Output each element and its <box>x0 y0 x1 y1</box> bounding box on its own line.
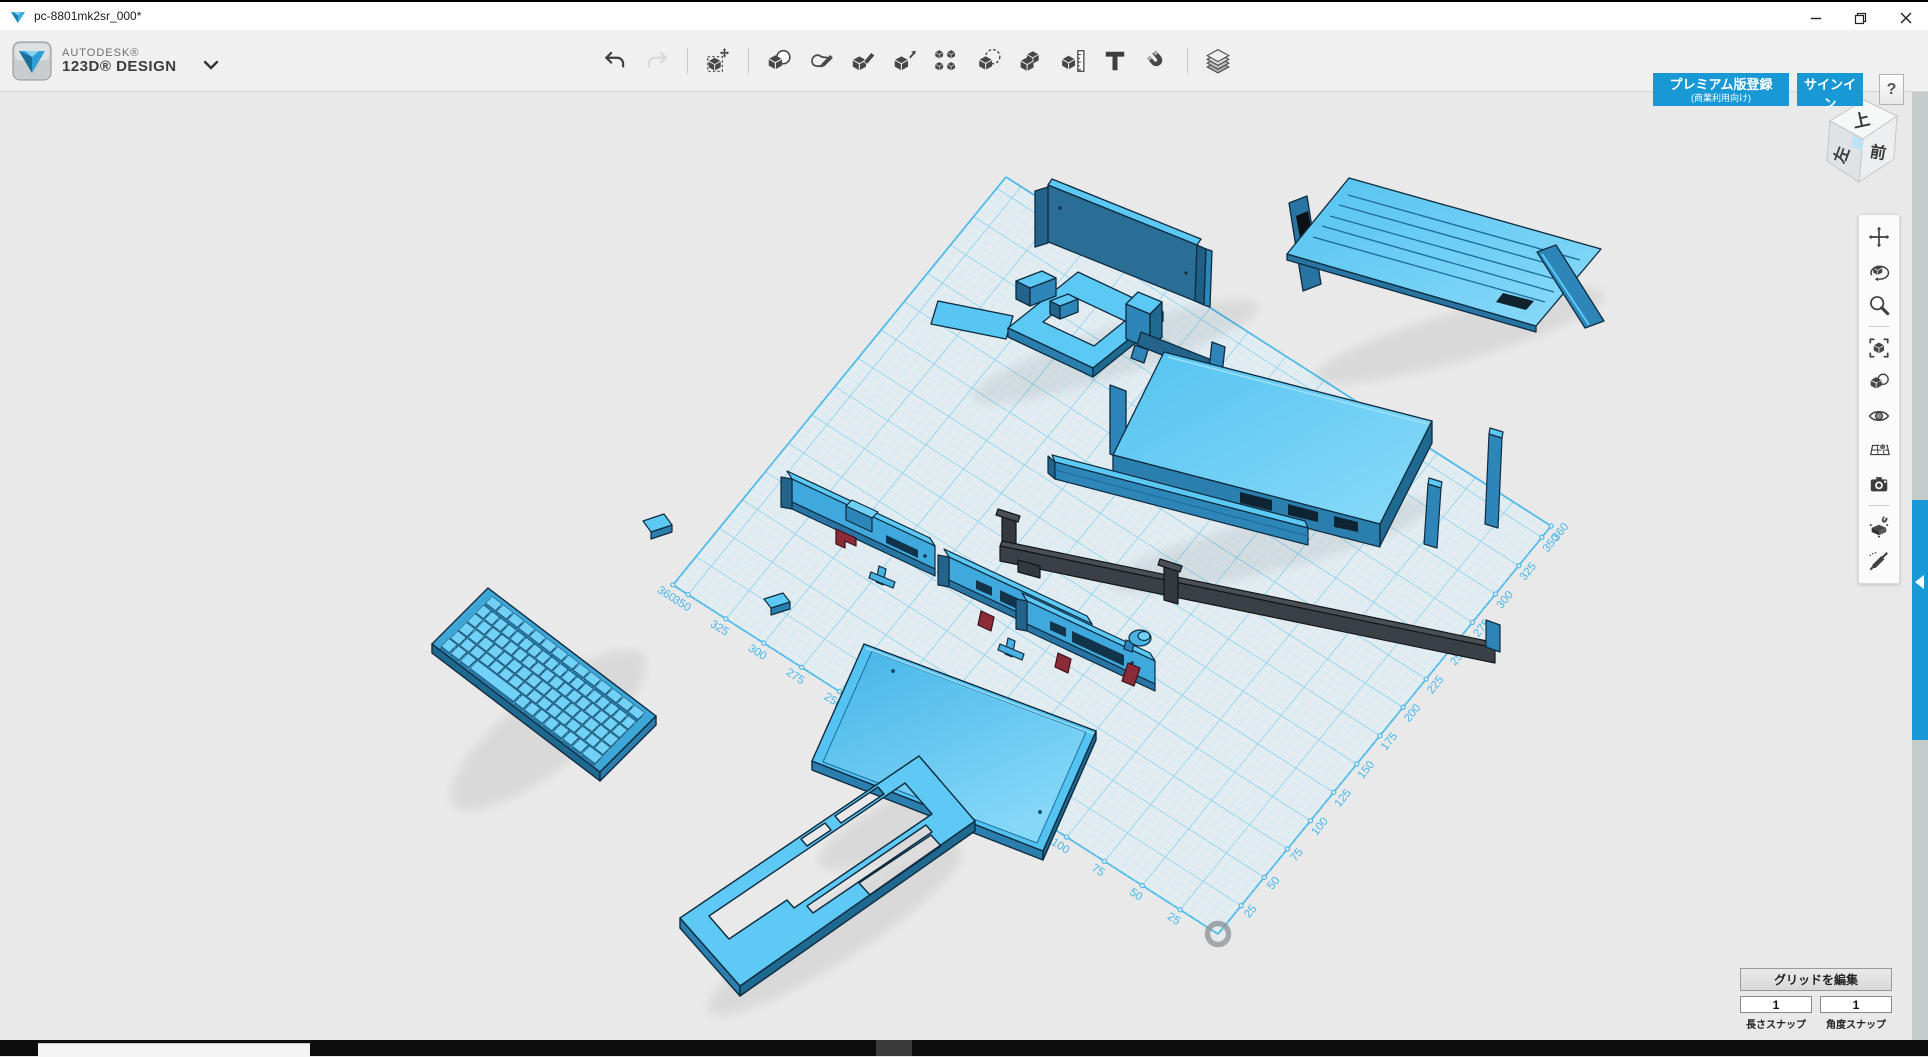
help-button[interactable]: ? <box>1879 74 1904 105</box>
taskbar-item-secondary[interactable] <box>876 1040 912 1056</box>
edit-grid-button[interactable]: グリッドを編集 <box>1740 968 1892 991</box>
display-style-icon <box>1868 371 1890 393</box>
snap-box-icon <box>1868 516 1890 538</box>
zoom-icon <box>1868 294 1890 316</box>
redo-icon <box>644 48 670 74</box>
sketch-icon <box>808 48 834 74</box>
pan-icon <box>1868 226 1890 248</box>
app-window-icon <box>10 9 26 30</box>
brand-line1: AUTODESK® <box>62 47 177 59</box>
main-toolbar: AUTODESK® 123D® DESIGN プレミアム版登録 (商業利用向け)… <box>0 30 1928 92</box>
part-small-plate-a[interactable] <box>643 514 672 539</box>
window-title: pc-8801mk2sr_000* <box>34 9 141 23</box>
panel-expand-arrow-icon[interactable] <box>1915 575 1924 589</box>
nav-zoom-button[interactable] <box>1864 290 1894 320</box>
screenshot-icon <box>1868 473 1890 495</box>
toolbar-separator <box>748 48 749 74</box>
tool-modify-button[interactable] <box>887 41 923 81</box>
taskbar-item[interactable] <box>38 1043 310 1057</box>
modify-icon <box>892 48 918 74</box>
tool-construct-button[interactable] <box>845 41 881 81</box>
tool-primitives-button[interactable] <box>761 41 797 81</box>
premium-sublabel: (商業利用向け) <box>1653 93 1789 103</box>
orbit-icon <box>1868 260 1890 282</box>
model-viewport[interactable]: 2525505075751001001251251501501751752002… <box>0 0 1928 1056</box>
nav-separator <box>1868 326 1890 327</box>
view-cube[interactable]: 上 左 前 <box>1800 93 1925 208</box>
tool-text-button[interactable] <box>1097 41 1133 81</box>
minimize-button[interactable] <box>1793 4 1838 32</box>
toolbar-separator <box>1187 48 1188 74</box>
fit-icon <box>1868 337 1890 359</box>
tool-snap-button[interactable] <box>1139 41 1175 81</box>
nav-display-style-button[interactable] <box>1864 367 1894 397</box>
nav-visibility-button[interactable] <box>1864 401 1894 431</box>
close-button[interactable] <box>1883 4 1928 32</box>
nav-screenshot-button[interactable] <box>1864 469 1894 499</box>
material-icon <box>1205 48 1231 74</box>
signin-button[interactable]: サインイン <box>1797 73 1863 106</box>
grid-axis-y-label: 25 <box>1242 903 1259 921</box>
tool-combine-button[interactable] <box>1013 41 1049 81</box>
tool-transform-button[interactable] <box>700 41 736 81</box>
grid-axis-x-label: 50 <box>1127 886 1144 903</box>
nav-orbit-button[interactable] <box>1864 256 1894 286</box>
restore-button[interactable] <box>1838 4 1883 32</box>
tool-sketch-button[interactable] <box>803 41 839 81</box>
text-icon <box>1102 48 1128 74</box>
construct-icon <box>850 48 876 74</box>
taskbar <box>0 1040 1928 1056</box>
measure-icon <box>1060 48 1086 74</box>
primitives-icon <box>766 48 792 74</box>
tool-measure-button[interactable] <box>1055 41 1091 81</box>
tool-strip <box>594 30 1239 92</box>
snap-icon <box>1144 48 1170 74</box>
visibility-icon <box>1868 405 1890 427</box>
grid-visibility-icon <box>1868 439 1890 461</box>
nav-snap-box-button[interactable] <box>1864 512 1894 542</box>
transform-icon <box>705 48 731 74</box>
angle-snap-input[interactable] <box>1820 996 1892 1013</box>
nav-grid-visibility-button[interactable] <box>1864 435 1894 465</box>
tool-group-button[interactable] <box>971 41 1007 81</box>
undo-icon <box>602 48 628 74</box>
grid-axis-y-label: 50 <box>1265 875 1282 893</box>
grid-axis-x-label: 75 <box>1089 862 1106 879</box>
grid-axis-x-label: 25 <box>1165 911 1182 928</box>
length-snap-input[interactable] <box>1740 996 1812 1013</box>
toolbar-separator <box>687 48 688 74</box>
tool-pattern-button[interactable] <box>929 41 965 81</box>
tool-redo-button[interactable] <box>639 41 675 81</box>
length-snap-label: 長さスナップ <box>1740 1016 1812 1031</box>
angle-snap-label: 角度スナップ <box>1820 1016 1892 1031</box>
nav-sketch-visibility-button[interactable] <box>1864 546 1894 576</box>
navigation-toolbar <box>1858 214 1900 584</box>
tool-undo-button[interactable] <box>597 41 633 81</box>
combine-icon <box>1018 48 1044 74</box>
app-logo-icon <box>12 41 52 81</box>
app-menu-chevron-icon[interactable] <box>203 60 219 70</box>
title-bar: pc-8801mk2sr_000* <box>0 0 1928 30</box>
nav-fit-button[interactable] <box>1864 333 1894 363</box>
pattern-icon <box>934 48 960 74</box>
app-brand[interactable]: AUTODESK® 123D® DESIGN <box>12 41 219 81</box>
group-icon <box>976 48 1002 74</box>
nav-separator <box>1868 505 1890 506</box>
premium-signup-button[interactable]: プレミアム版登録 (商業利用向け) <box>1653 73 1789 106</box>
brand-line2: 123D® DESIGN <box>62 59 177 76</box>
grid-axis-y-label: 75 <box>1288 846 1305 864</box>
right-edge-panel-handle[interactable] <box>1912 500 1928 740</box>
tool-material-button[interactable] <box>1200 41 1236 81</box>
nav-pan-button[interactable] <box>1864 222 1894 252</box>
sketch-visibility-icon <box>1868 550 1890 572</box>
premium-label: プレミアム版登録 <box>1653 78 1789 93</box>
grid-settings-panel: グリッドを編集 長さスナップ 角度スナップ <box>1740 968 1896 1031</box>
